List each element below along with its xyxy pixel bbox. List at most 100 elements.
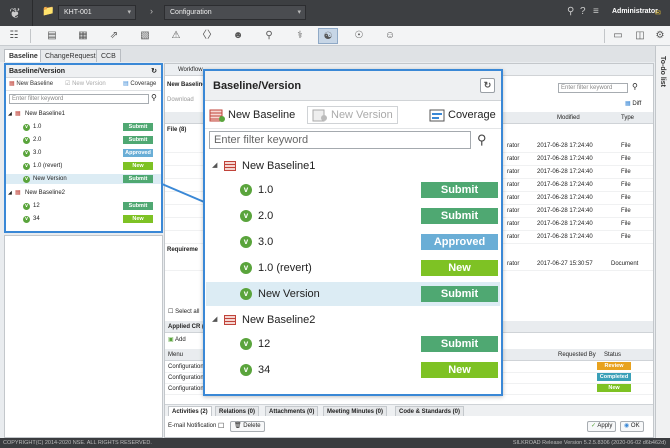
cell-who: rator	[507, 261, 520, 267]
cell-who: rator	[507, 143, 520, 149]
cr-menu: Configuration	[168, 364, 204, 370]
cell-modified: 2017-06-28 17:24:40	[537, 169, 593, 175]
col-type: Type	[621, 115, 635, 121]
new-version-button[interactable]: New Version	[307, 106, 398, 124]
baseline-row[interactable]: ◢ New Baseline1	[206, 154, 500, 178]
version-label: 34	[258, 364, 271, 376]
collapse-icon[interactable]: ◢	[212, 308, 217, 332]
diff-button[interactable]: ▦ Diff	[625, 100, 641, 107]
refresh-icon[interactable]: ↻	[480, 78, 495, 93]
search-icon[interactable]: ⚲	[151, 93, 157, 102]
flow-icon[interactable]: ⇗	[104, 28, 124, 44]
version-row[interactable]: v 12 Submit	[6, 201, 161, 211]
baseline-row[interactable]: ◢ ▦ New Baseline1	[6, 109, 161, 119]
menu-icon[interactable]: ≡	[593, 6, 599, 18]
workflow-filter-input[interactable]: Enter filter keyword	[558, 83, 628, 93]
version-row[interactable]: v 2.0 Submit	[206, 204, 500, 228]
version-label: 1.0 (revert)	[33, 163, 63, 169]
version-row[interactable]: v 3.0 Approved	[6, 148, 161, 158]
cell-modified: 2017-06-28 17:24:40	[537, 156, 593, 162]
panel-header: Baseline/Version ↻	[6, 65, 161, 78]
project-select[interactable]: KHT-001 ▾	[58, 5, 136, 20]
monitor-icon[interactable]: ◫	[630, 28, 650, 44]
search-icon[interactable]: ⚲	[567, 6, 574, 18]
new-baseline-button[interactable]: ▦ New Baseline	[9, 80, 53, 89]
context-select[interactable]: Configuration ▾	[164, 5, 306, 20]
configuration-icon[interactable]: ☯	[318, 28, 338, 44]
download-button[interactable]: Download	[167, 97, 194, 103]
user-name[interactable]: Administrator	[612, 8, 658, 15]
refresh-icon[interactable]: ↻	[151, 65, 157, 78]
divider	[30, 29, 31, 43]
version-row[interactable]: v 1.0 (revert) New	[6, 161, 161, 171]
grid-icon[interactable]: ▦	[73, 28, 93, 44]
coverage-button[interactable]: Coverage	[429, 108, 496, 122]
tab-changerequest[interactable]: ChangeRequest	[40, 49, 101, 62]
select-all-checkbox[interactable]: ☐ Select all	[168, 308, 199, 315]
add-label: Add	[175, 337, 186, 343]
version-row[interactable]: v New Version Submit	[6, 174, 161, 184]
cell-modified: 2017-06-28 17:24:40	[537, 195, 593, 201]
version-label: New Version	[33, 176, 67, 182]
version-row[interactable]: v 3.0 Approved	[206, 230, 500, 254]
version-icon: v	[240, 184, 252, 196]
cell-type: Document	[611, 261, 639, 267]
mail-icon[interactable]: ✉	[655, 8, 661, 20]
cell-type: File	[621, 208, 631, 214]
apply-button[interactable]: ✓ Apply	[587, 421, 617, 432]
workflow-row-label: New Baseline	[167, 82, 206, 88]
version-row[interactable]: v 1.0 Submit	[6, 122, 161, 132]
search-icon[interactable]: ⚲	[477, 131, 493, 149]
coverage-button[interactable]: ▤ Coverage	[123, 80, 156, 89]
filter-input[interactable]: Enter filter keyword	[9, 94, 149, 104]
version-row[interactable]: v 1.0 Submit	[206, 178, 500, 202]
cell-who: rator	[507, 156, 520, 162]
email-checkbox[interactable]: ☐	[218, 422, 224, 430]
version-row[interactable]: v New Version Submit	[206, 282, 500, 306]
search-icon[interactable]: ⚲	[632, 82, 638, 91]
database-icon[interactable]: ▭	[608, 28, 628, 44]
todo-sidebar[interactable]: To-do list	[655, 46, 670, 438]
version-row[interactable]: v 12 Submit	[206, 332, 500, 356]
ok-button[interactable]: ◉ OK	[620, 421, 644, 432]
cell-who: rator	[507, 208, 520, 214]
people-icon[interactable]: ☺	[380, 28, 400, 44]
cell-who: rator	[507, 234, 520, 240]
table-icon[interactable]: ▧	[135, 28, 155, 44]
zoom-filter-input[interactable]: Enter filter keyword	[209, 131, 471, 149]
new-version-icon	[312, 109, 327, 122]
warning-icon[interactable]: ⚠	[166, 28, 186, 44]
test-icon[interactable]: ⚕	[290, 28, 310, 44]
help-icon[interactable]: ?	[580, 6, 586, 18]
version-icon: v	[240, 364, 252, 376]
silkroad-logo-icon[interactable]: ❦	[6, 4, 24, 22]
cr-menu: Configuration	[168, 386, 204, 392]
collapse-icon[interactable]: ◢	[212, 154, 217, 178]
delete-button[interactable]: 🗑 Delete	[230, 421, 265, 432]
settings-icon[interactable]: ⚙	[650, 28, 670, 44]
collapse-icon[interactable]: ◢	[8, 109, 12, 119]
version-row[interactable]: v 34 New	[6, 214, 161, 224]
new-version-button[interactable]: ☑ New Version	[65, 80, 106, 89]
review-icon[interactable]: ⚲	[259, 28, 279, 44]
chat-icon[interactable]: ☻	[228, 28, 248, 44]
code-icon[interactable]: 〈〉	[197, 28, 217, 44]
collapse-icon[interactable]: ◢	[8, 188, 12, 198]
tab-ccb[interactable]: CCB	[96, 49, 121, 62]
add-button[interactable]: ▣ Add	[168, 336, 186, 343]
applied-cr-title: Applied CR (	[168, 324, 204, 330]
version-row[interactable]: v 1.0 (revert) New	[206, 256, 500, 280]
network-icon[interactable]: ☉	[349, 28, 369, 44]
version-row[interactable]: v 2.0 Submit	[6, 135, 161, 145]
dashboard-icon[interactable]: ☷	[4, 28, 24, 44]
new-baseline-icon	[209, 109, 225, 122]
document-icon[interactable]: ▤	[42, 28, 62, 44]
version-row[interactable]: v 34 New	[206, 358, 500, 382]
baseline-row[interactable]: ◢ ▦ New Baseline2	[6, 188, 161, 198]
baseline-row[interactable]: ◢ New Baseline2	[206, 308, 500, 332]
folder-icon[interactable]: 📁	[42, 6, 56, 18]
status-badge: Submit	[421, 182, 498, 198]
tab-baseline[interactable]: Baseline	[4, 49, 43, 62]
new-baseline-button[interactable]: New Baseline	[209, 108, 295, 122]
top-bar: ❦ 📁 KHT-001 ▾ › Configuration ▾ ⚲ ? ≡ Admi…	[0, 0, 670, 26]
